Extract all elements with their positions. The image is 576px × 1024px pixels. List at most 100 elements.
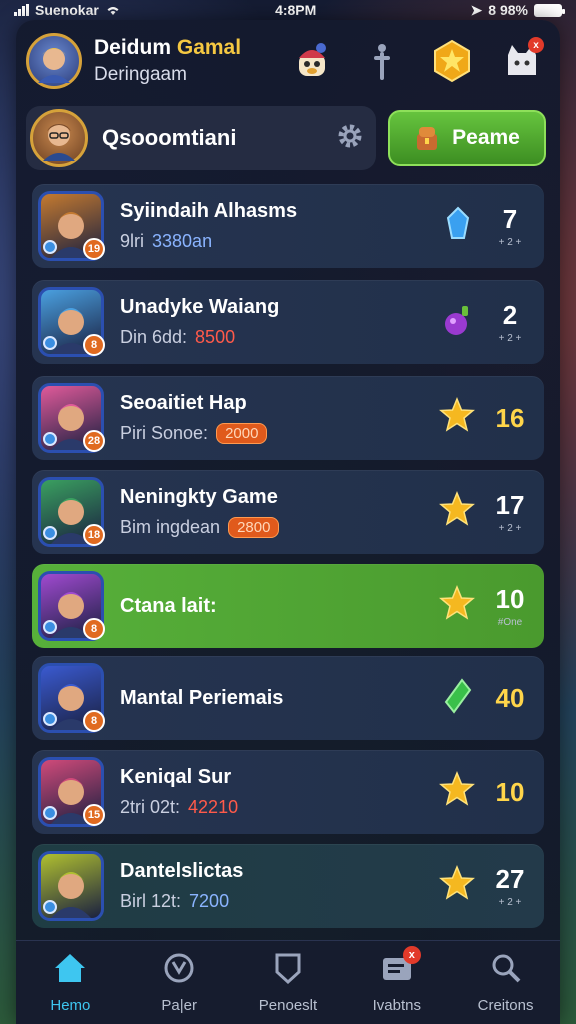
player-avatar[interactable] [38, 851, 104, 921]
player-avatar[interactable]: 8 [38, 571, 105, 641]
score-note: + 2 + [498, 523, 522, 534]
stat-value: 2800 [228, 517, 280, 538]
score-value: 2 [502, 300, 518, 330]
stat-value: 3380an [152, 231, 213, 251]
player-name: Mantal Periemais [120, 686, 284, 709]
profile-header: Deidum Gamal Deringaam x [26, 28, 550, 94]
player-avatar[interactable]: 19 [38, 191, 105, 261]
play-button-label: Peame [452, 126, 520, 149]
chest-icon [417, 127, 438, 150]
star-badge-icon[interactable] [430, 39, 474, 83]
green-gem-icon [440, 677, 476, 719]
rank-dot-icon [43, 336, 57, 350]
shield-icon [273, 952, 303, 989]
search-row: Peame [26, 104, 550, 172]
score-note: + 2 + [498, 237, 522, 248]
nav-label: Creitons [477, 996, 534, 1014]
nav-label: Hemo [50, 996, 91, 1014]
stat-label: Din 6dd: [120, 327, 188, 347]
stat-label: Piri Sonoe: [120, 423, 209, 443]
player-name: Ctana lait: [120, 594, 217, 617]
rank-dot-icon [43, 526, 57, 540]
nav-label: Penoeslt [258, 996, 318, 1014]
score-note: + 2 + [498, 333, 522, 344]
stat-label: 2tri 02t: [120, 797, 181, 817]
level-badge: 19 [83, 238, 105, 260]
stat-label: Birl 12t: [120, 891, 182, 911]
blue-gem-icon [440, 206, 476, 247]
stat-value: 2000 [216, 423, 268, 444]
player-avatar[interactable]: 8 [38, 287, 105, 357]
nav-label: Pa|er [161, 996, 197, 1014]
player-name: Seoaitiet Hap [120, 392, 247, 414]
gold-star-icon [438, 396, 476, 440]
signal-icon [14, 4, 29, 16]
table-row[interactable]: 8 Ctana lait: 10 #One [32, 564, 544, 648]
gold-star-icon [438, 490, 476, 534]
level-badge: 8 [83, 334, 105, 356]
nav-item-0[interactable]: Hemo [20, 952, 120, 1014]
player-name: Unadyke Waiang [120, 296, 280, 318]
gear-icon[interactable] [336, 122, 364, 155]
bottom-nav: Hemo Pa|er Penoeslt x Ivabtns Creitons [16, 940, 560, 1024]
score-note: + 2 + [498, 897, 522, 908]
nav-item-3[interactable]: x Ivabtns [347, 945, 447, 1014]
search-input[interactable] [102, 125, 302, 151]
player-stats: 2tri 02t: 42210 [120, 797, 438, 818]
table-row[interactable]: 15 Keniqal Sur 2tri 02t: 42210 10 [32, 750, 544, 834]
player-avatar[interactable]: 28 [38, 383, 105, 453]
player-name: Syiindaih Alhasms [120, 200, 298, 222]
cat-badge: x [528, 37, 544, 53]
purple-potion-icon [440, 302, 476, 343]
stat-label: 9lri [120, 231, 145, 251]
level-badge: 18 [83, 524, 105, 546]
rank-dot-icon [43, 712, 57, 726]
player-stats: Birl 12t: 7200 [120, 891, 438, 912]
search-box [26, 106, 376, 170]
gold-star-icon [438, 584, 476, 628]
gold-star-icon [438, 864, 476, 908]
battery-text: 8 98% [488, 2, 528, 18]
stat-value: 8500 [195, 327, 236, 347]
mascot-icon[interactable] [290, 39, 334, 83]
avatar[interactable] [30, 109, 88, 167]
player-avatar[interactable]: 8 [38, 663, 105, 733]
table-row[interactable]: 18 Neningkty Game Bim ingdean 2800 17 + 2 + [32, 470, 544, 554]
stat-value: 42210 [188, 797, 239, 817]
nav-label: Ivabtns [372, 996, 421, 1014]
player-stats: Bim ingdean 2800 [120, 517, 438, 538]
search-people-icon [489, 952, 523, 989]
nav-item-1[interactable]: Pa|er [129, 952, 229, 1014]
table-row[interactable]: 8 Unadyke Waiang Din 6dd: 8500 2 + 2 + [32, 280, 544, 364]
home-icon [53, 952, 87, 989]
table-row[interactable]: 8 Mantal Periemais 40 [32, 656, 544, 740]
score-value: 10 [495, 776, 525, 807]
rank-dot-icon [43, 620, 57, 634]
rank-dot-icon [43, 900, 57, 914]
avatar[interactable] [26, 33, 82, 89]
status-bar: Suenokar 4:8PM ➤ 8 98% [0, 0, 576, 20]
score-value: 7 [502, 204, 518, 234]
table-row[interactable]: 19 Syiindaih Alhasms 9lri 3380an 7 + 2 + [32, 184, 544, 268]
player-stats: 9lri 3380an [120, 231, 440, 252]
score-value: 40 [495, 682, 525, 713]
score-value: 16 [495, 402, 525, 433]
player-stats: Piri Sonoe: 2000 [120, 423, 438, 444]
player-avatar[interactable]: 18 [38, 477, 105, 547]
player-avatar[interactable]: 15 [38, 757, 105, 827]
play-button[interactable]: Peame [388, 110, 546, 166]
score-value: 27 [495, 864, 525, 894]
cat-icon[interactable]: x [500, 37, 544, 83]
table-row[interactable]: 28 Seoaitiet Hap Piri Sonoe: 2000 16 [32, 376, 544, 460]
gold-star-icon [438, 770, 476, 814]
battery-icon [533, 3, 565, 17]
page-subtitle: Deringaam [94, 64, 187, 85]
nav-item-2[interactable]: Penoeslt [238, 952, 338, 1014]
nav-item-4[interactable]: Creitons [456, 952, 556, 1014]
table-row[interactable]: Dantelslictas Birl 12t: 7200 27 + 2 + [32, 844, 544, 928]
rank-dot-icon [43, 432, 57, 446]
player-name: Neningkty Game [120, 486, 278, 508]
tool-icon[interactable] [360, 39, 404, 83]
player-stats: Din 6dd: 8500 [120, 327, 440, 348]
player-name: Dantelslictas [120, 860, 244, 882]
